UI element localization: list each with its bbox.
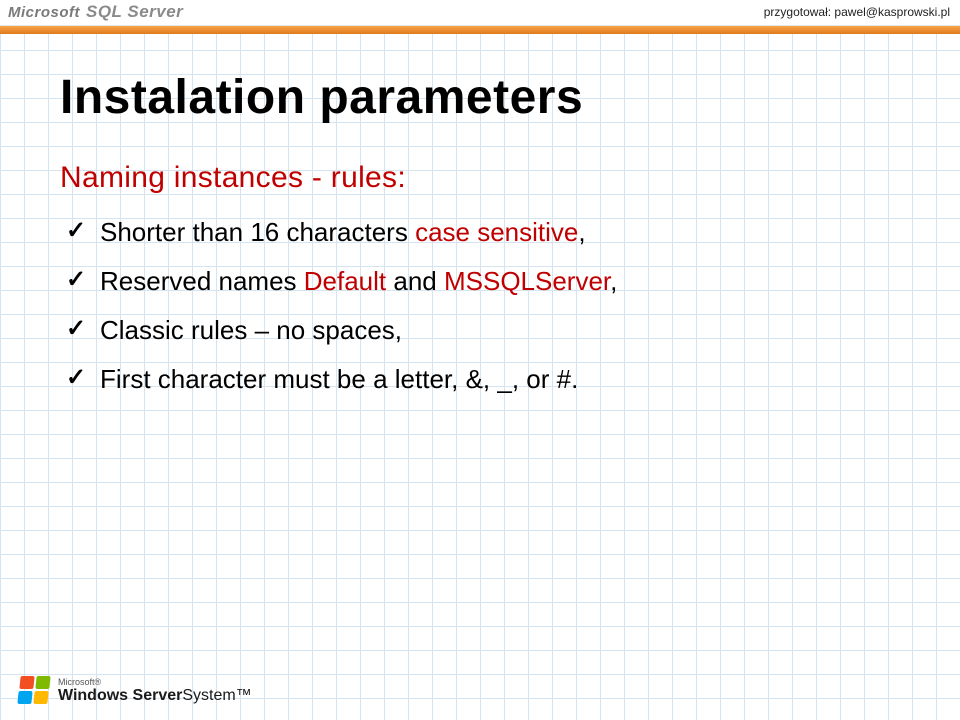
sql-server-logo: Microsoft SQL Server — [8, 2, 183, 22]
slide-subtitle: Naming instances - rules: — [60, 161, 920, 195]
slide-title: Instalation parameters — [60, 70, 920, 125]
list-item: First character must be a letter, &, _, … — [66, 362, 920, 397]
top-bar: Microsoft SQL Server przygotował: pawel@… — [0, 0, 960, 26]
windows-server-logo: Microsoft® Windows ServerSystem™ — [18, 676, 252, 706]
windows-flag-icon — [18, 676, 50, 706]
logo-product: SQL Server — [86, 2, 183, 22]
list-item: Reserved names Default and MSSQLServer, — [66, 264, 920, 299]
list-item: Shorter than 16 characters case sensitiv… — [66, 215, 920, 250]
list-item: Classic rules – no spaces, — [66, 313, 920, 348]
footer-text: Microsoft® Windows ServerSystem™ — [58, 677, 252, 705]
accent-strip — [0, 26, 960, 34]
slide-content: Instalation parameters Naming instances … — [60, 60, 920, 411]
prepared-by: przygotował: pawel@kasprowski.pl — [764, 5, 950, 19]
logo-microsoft: Microsoft — [8, 4, 80, 21]
bullet-list: Shorter than 16 characters case sensitiv… — [60, 215, 920, 397]
